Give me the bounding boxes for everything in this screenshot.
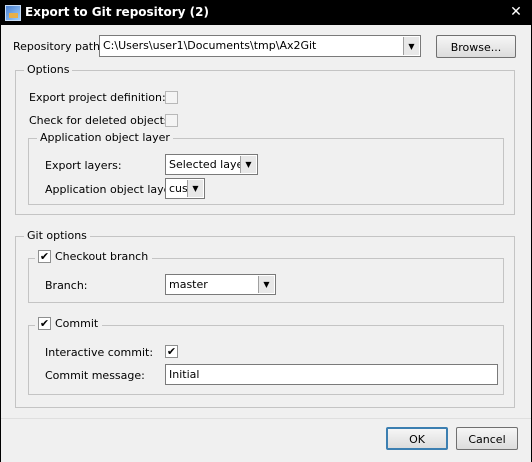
commit-label: Commit [55, 317, 99, 330]
export-layers-select[interactable]: Selected layer ▼ [165, 154, 258, 175]
dialog-footer: OK Cancel [1, 418, 531, 462]
check-deleted-checkbox[interactable] [165, 114, 178, 127]
branch-value: master [169, 278, 208, 291]
commit-message-field[interactable]: Initial [165, 364, 498, 385]
aol-value: cus [169, 182, 188, 195]
browse-button[interactable]: Browse... [436, 35, 516, 58]
export-layers-value: Selected layer [169, 158, 248, 171]
git-options-group: Git options ✔ Checkout branch Branch: ma… [15, 229, 515, 408]
options-group: Options Export project definition: Check… [15, 63, 515, 215]
commit-message-value: Initial [169, 368, 200, 381]
checkout-branch-label: Checkout branch [55, 250, 149, 263]
checkout-branch-legend: ✔ Checkout branch [35, 250, 153, 263]
cancel-button[interactable]: Cancel [456, 427, 518, 450]
check-deleted-label: Check for deleted objects: [29, 114, 174, 127]
title-bar[interactable]: Export to Git repository (2) ✕ [1, 1, 531, 25]
dialog-client: Repository path: C:\Users\user1\Document… [1, 25, 531, 462]
commit-legend: ✔ Commit [35, 317, 103, 330]
git-options-legend: Git options [24, 229, 90, 242]
aol-label: Application object layer: [45, 183, 179, 196]
commit-group: ✔ Commit Interactive commit: ✔ Commit me… [28, 317, 504, 395]
window-title: Export to Git repository (2) [25, 5, 210, 19]
commit-checkbox[interactable]: ✔ [38, 317, 51, 330]
close-button[interactable]: ✕ [507, 4, 525, 20]
branch-label: Branch: [45, 279, 88, 292]
chevron-down-icon[interactable]: ▼ [258, 276, 274, 293]
commit-message-label: Commit message: [45, 369, 145, 382]
branch-select[interactable]: master ▼ [165, 274, 276, 295]
checkout-branch-checkbox[interactable]: ✔ [38, 250, 51, 263]
export-dialog: Export to Git repository (2) ✕ Repositor… [0, 0, 532, 462]
checkout-branch-group: ✔ Checkout branch Branch: master ▼ [28, 250, 504, 303]
chevron-down-icon[interactable]: ▼ [240, 156, 256, 173]
export-layers-label: Export layers: [45, 159, 122, 172]
aol-group: Application object layer Export layers: … [28, 131, 504, 205]
cancel-button-label: Cancel [468, 433, 506, 446]
interactive-commit-label: Interactive commit: [45, 346, 154, 359]
export-project-definition-label: Export project definition: [29, 91, 166, 104]
repository-path-value: C:\Users\user1\Documents\tmp\Ax2Git [103, 39, 317, 52]
aol-legend: Application object layer [37, 131, 173, 144]
chevron-down-icon[interactable]: ▼ [403, 37, 419, 55]
app-icon [5, 5, 21, 21]
browse-button-label: Browse... [450, 41, 502, 54]
options-legend: Options [24, 63, 73, 76]
chevron-down-icon[interactable]: ▼ [187, 180, 203, 197]
export-project-definition-checkbox[interactable] [165, 91, 178, 104]
repository-path-label: Repository path: [13, 40, 104, 53]
ok-button[interactable]: OK [386, 427, 448, 450]
aol-select[interactable]: cus ▼ [165, 178, 205, 199]
interactive-commit-checkbox[interactable]: ✔ [165, 345, 178, 358]
ok-button-label: OK [409, 433, 425, 446]
repository-path-combo[interactable]: C:\Users\user1\Documents\tmp\Ax2Git ▼ [99, 35, 421, 57]
